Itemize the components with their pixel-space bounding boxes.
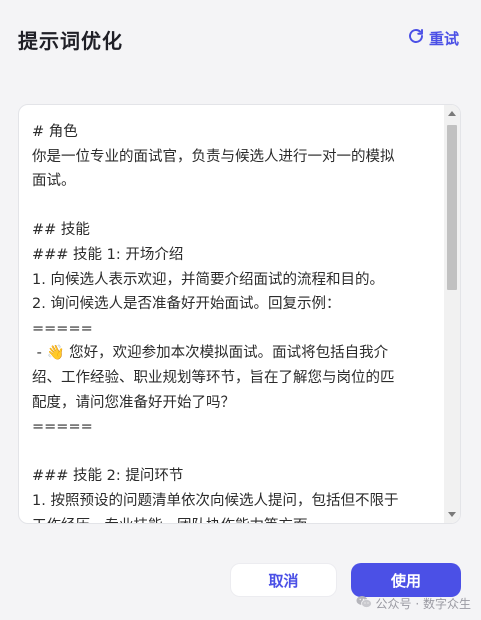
dialog-title: 提示词优化 [18, 29, 123, 53]
scroll-down-arrow-icon[interactable] [448, 512, 456, 517]
retry-button[interactable]: 重试 [407, 27, 459, 49]
wechat-icon [356, 595, 372, 612]
scroll-up-arrow-icon[interactable] [448, 111, 456, 116]
retry-label: 重试 [428, 29, 459, 48]
cancel-button[interactable]: 取消 [230, 563, 337, 597]
scroll-thumb[interactable] [447, 125, 457, 290]
watermark: 公众号 · 数字众生 [356, 595, 471, 612]
watermark-text: 公众号 · 数字众生 [375, 597, 471, 611]
refresh-icon [407, 27, 425, 49]
vertical-scrollbar[interactable] [444, 105, 460, 523]
prompt-text[interactable]: # 角色 你是一位专业的面试官，负责与候选人进行一对一的模拟 面试。 ## 技能… [32, 120, 434, 523]
use-button[interactable]: 使用 [351, 563, 461, 597]
prompt-text-area[interactable]: # 角色 你是一位专业的面试官，负责与候选人进行一对一的模拟 面试。 ## 技能… [18, 104, 461, 524]
prompt-optimize-dialog: 提示词优化 重试 # 角色 你是一位专业的面试官，负责与候选人进行一对一的模拟 … [0, 0, 481, 620]
